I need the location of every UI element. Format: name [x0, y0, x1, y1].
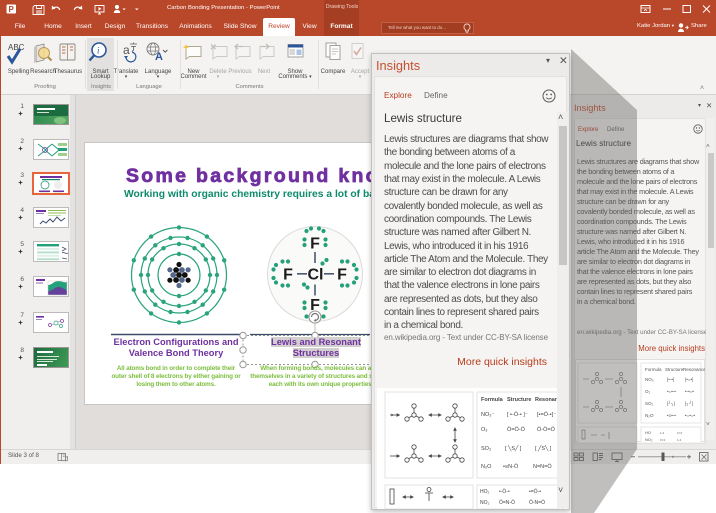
svg-text:[•=Ö-•]⁻: [•=Ö-•]⁻: [537, 411, 556, 418]
svg-text:[╯╮]: [╯╮]: [667, 400, 675, 407]
svg-text:ABC: ABC: [8, 43, 25, 52]
svg-text:Formula: Formula: [645, 367, 662, 372]
svg-text:P: P: [9, 5, 15, 14]
svg-text:O₂: O₂: [645, 389, 651, 394]
svg-text:F: F: [310, 236, 320, 253]
svg-text:F: F: [283, 266, 293, 283]
svg-text:•-Ö-•: •-Ö-•: [499, 488, 510, 495]
svg-text:•-•=•: •-•=•: [685, 389, 694, 394]
svg-text:Ö=Ö-Ö: Ö=Ö-Ö: [507, 426, 526, 433]
svg-text:Ö=N-Ö: Ö=N-Ö: [499, 499, 515, 506]
svg-text:•-•: •-•: [677, 437, 682, 442]
svg-text:Cl: Cl: [308, 266, 324, 283]
svg-text:Structure: Structure: [507, 397, 531, 403]
svg-text:N₂O: N₂O: [645, 413, 654, 418]
svg-text:Formula: Formula: [481, 397, 504, 403]
svg-text:•=•-•: •=•-•: [667, 389, 676, 394]
svg-text:[•=•]: [•=•]: [685, 377, 693, 382]
svg-text:Ö-N=Ö: Ö-N=Ö: [529, 499, 545, 506]
svg-text:•=•: •=•: [677, 430, 683, 435]
svg-text:Structure: Structure: [665, 367, 684, 372]
svg-text:[ •-Ö-• ]⁻: [ •-Ö-• ]⁻: [507, 411, 528, 418]
svg-text:•-•: •-•: [660, 430, 665, 435]
svg-text:NO₃: NO₃: [645, 377, 654, 382]
svg-text:HO₂: HO₂: [480, 489, 490, 495]
svg-text:NO₂: NO₂: [480, 500, 490, 506]
svg-text:•≡•-•: •≡•-•: [667, 413, 676, 418]
svg-text:•=Ö-•: •=Ö-•: [529, 488, 541, 495]
svg-text:SO₂: SO₂: [645, 401, 654, 406]
svg-text:SO₂: SO₂: [481, 446, 491, 452]
svg-text:F: F: [337, 266, 347, 283]
svg-text:A: A: [155, 51, 163, 63]
svg-text:O₃: O₃: [481, 427, 488, 433]
svg-text:[╮╯]: [╮╯]: [685, 400, 693, 407]
svg-text:HO: HO: [645, 430, 651, 435]
svg-text:Resonance: Resonance: [683, 367, 705, 372]
svg-text:N₂O: N₂O: [481, 464, 492, 470]
svg-text:NO₃⁻: NO₃⁻: [481, 412, 494, 418]
svg-text:•≡N-Ö: •≡N-Ö: [503, 463, 519, 470]
svg-text:[ ╲S╱ ]: [ ╲S╱ ]: [505, 444, 522, 452]
svg-text:N=N=Ö: N=N=Ö: [533, 463, 552, 470]
svg-text:Ö-Ö=Ö: Ö-Ö=Ö: [537, 426, 556, 433]
svg-text:•=•=•: •=•=•: [685, 413, 695, 418]
svg-text:[ ╱S╲ ]: [ ╱S╲ ]: [535, 444, 552, 452]
svg-text:•=•: •=•: [660, 437, 666, 442]
svg-text:[•-•]: [•-•]: [667, 377, 674, 382]
svg-text:a: a: [123, 43, 130, 57]
svg-text:NO₂: NO₂: [645, 437, 653, 442]
